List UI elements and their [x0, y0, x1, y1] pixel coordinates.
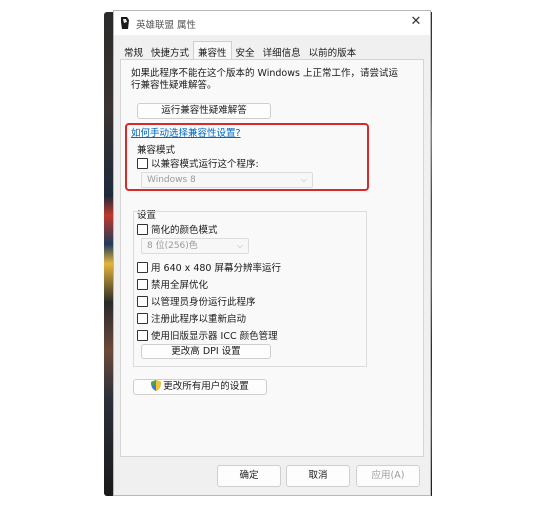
disable-fullscreen-label: 禁用全屏优化 [151, 280, 209, 291]
tab-general[interactable]: 常规 [120, 42, 147, 60]
properties-dialog: 英雄联盟 属性 ✕ 常规 快捷方式 兼容性 安全 详细信息 以前的版本 如果此程… [113, 10, 431, 496]
tab-previous-versions[interactable]: 以前的版本 [305, 42, 361, 60]
tab-bar: 常规 快捷方式 兼容性 安全 详细信息 以前的版本 [120, 41, 361, 61]
shield-icon [151, 380, 162, 391]
tab-details[interactable]: 详细信息 [259, 42, 305, 60]
register-restart-row: 注册此程序以重新启动 [137, 311, 246, 325]
disable-fullscreen-row: 禁用全屏优化 [137, 277, 208, 291]
compatibility-panel: 如果此程序不能在这个版本的 Windows 上正常工作，请尝试运行兼容性疑难解答… [120, 59, 424, 457]
legacy-icc-label: 使用旧版显示器 ICC 颜色管理 [151, 331, 278, 342]
color-depth-value: 8 位(256)色 [147, 241, 198, 251]
app-icon [121, 17, 129, 29]
cancel-button[interactable]: 取消 [286, 465, 350, 487]
reduced-color-checkbox[interactable] [137, 223, 148, 235]
color-depth-select[interactable]: 8 位(256)色 ⌵ [141, 238, 249, 254]
run-as-admin-checkbox[interactable] [137, 295, 148, 307]
run-troubleshooter-button[interactable]: 运行兼容性疑难解答 [137, 103, 271, 119]
intro-text: 如果此程序不能在这个版本的 Windows 上正常工作，请尝试运行兼容性疑难解答… [131, 68, 398, 91]
res-640-checkbox[interactable] [137, 261, 148, 273]
run-as-admin-row: 以管理员身份运行此程序 [137, 294, 256, 308]
close-icon[interactable]: ✕ [408, 14, 424, 30]
all-users-button[interactable]: 更改所有用户的设置 [133, 379, 267, 395]
res-640-row: 用 640 x 480 屏幕分辨率运行 [137, 260, 281, 274]
legacy-icc-row: 使用旧版显示器 ICC 颜色管理 [137, 328, 278, 342]
all-users-label: 更改所有用户的设置 [163, 381, 249, 392]
ok-button[interactable]: 确定 [217, 465, 281, 487]
tab-security[interactable]: 安全 [232, 42, 259, 60]
apply-button[interactable]: 应用(A) [356, 465, 420, 487]
legacy-icc-checkbox[interactable] [137, 329, 148, 341]
change-dpi-button[interactable]: 更改高 DPI 设置 [141, 344, 271, 359]
title-bar: 英雄联盟 属性 ✕ [114, 11, 430, 35]
res-640-label: 用 640 x 480 屏幕分辨率运行 [151, 263, 281, 274]
chevron-down-icon: ⌵ [236, 241, 243, 250]
highlight-annotation [125, 123, 369, 191]
reduced-color-label: 简化的颜色模式 [151, 225, 218, 236]
tab-shortcut[interactable]: 快捷方式 [147, 42, 193, 60]
register-restart-checkbox[interactable] [137, 312, 148, 324]
disable-fullscreen-checkbox[interactable] [137, 278, 148, 290]
tab-compatibility[interactable]: 兼容性 [193, 41, 232, 61]
window-title: 英雄联盟 属性 [136, 20, 197, 31]
register-restart-label: 注册此程序以重新启动 [151, 314, 247, 325]
run-as-admin-label: 以管理员身份运行此程序 [151, 297, 256, 308]
reduced-color-row: 简化的颜色模式 [137, 222, 218, 236]
